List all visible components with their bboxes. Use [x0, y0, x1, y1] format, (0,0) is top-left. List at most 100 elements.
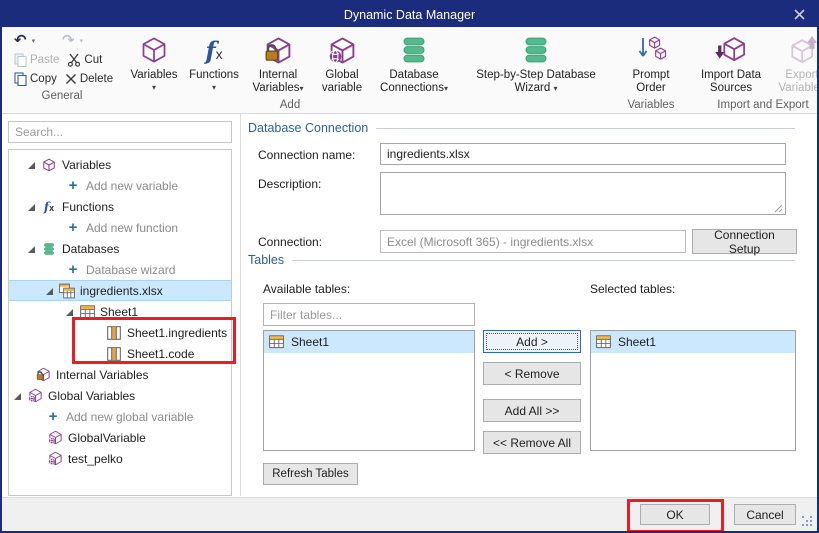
- table-icon: [269, 335, 285, 350]
- dynamic-data-manager-dialog: Dynamic Data Manager ↶ ▾ ↷ ▾: [0, 0, 819, 533]
- tree-item-label: Sheet1: [100, 305, 138, 319]
- footer-bar: OK Cancel: [2, 497, 817, 531]
- internal-variables-dropdown-icon: ▾: [300, 84, 304, 93]
- expander-icon[interactable]: [13, 392, 21, 400]
- prompt-order-icon: [635, 33, 667, 67]
- paste-icon: [14, 53, 27, 67]
- expander-icon[interactable]: [27, 203, 35, 211]
- copy-icon: [14, 72, 27, 86]
- tree-item-globalvariable[interactable]: GlobalVariable: [9, 427, 231, 448]
- connection-name-label: Connection name:: [258, 148, 355, 162]
- step-by-step-wizard-button[interactable]: Step-by-Step Database Wizard ▾: [462, 30, 610, 98]
- import-data-sources-icon: [714, 33, 748, 67]
- tree-item-database-wizard[interactable]: + Database wizard: [9, 259, 231, 280]
- tree-item-sheet1-ingredients[interactable]: Sheet1.ingredients: [9, 322, 231, 343]
- redo-dropdown-icon: ▾: [80, 37, 84, 45]
- tree-item-label: Add new global variable: [66, 410, 193, 424]
- filter-tables-input[interactable]: [263, 303, 475, 326]
- tree-item-label: Add new variable: [86, 179, 178, 193]
- ribbon: ↶ ▾ ↷ ▾ Paste: [2, 27, 817, 114]
- tree-item-internal-variables[interactable]: Internal Variables: [9, 364, 231, 385]
- tree-item-label: Database wizard: [86, 263, 175, 277]
- internal-variables-label: Internal Variables▾: [248, 69, 308, 95]
- selected-tables-list: Sheet1: [590, 330, 796, 451]
- database-connections-label: Database Connections▾: [376, 69, 452, 95]
- cut-icon: [67, 53, 81, 67]
- dialog-title: Dynamic Data Manager: [344, 8, 475, 22]
- cancel-button[interactable]: Cancel: [734, 504, 796, 525]
- internal-variables-button[interactable]: Internal Variables▾: [244, 30, 312, 98]
- tree-item-variables[interactable]: Variables: [9, 154, 231, 175]
- expander-icon[interactable]: [27, 161, 35, 169]
- add-button[interactable]: Add >: [483, 330, 581, 353]
- tree-item-sheet1[interactable]: Sheet1: [9, 301, 231, 322]
- tree-item-functions[interactable]: fxFunctions: [9, 196, 231, 217]
- refresh-tables-button[interactable]: Refresh Tables: [263, 463, 358, 485]
- prompt-order-button[interactable]: Prompt Order: [616, 30, 686, 98]
- list-item-sheet1[interactable]: Sheet1: [264, 331, 474, 353]
- undo-button[interactable]: ↶ ▾: [10, 31, 58, 50]
- cube-globe-icon: [47, 451, 63, 467]
- connection-label: Connection:: [258, 235, 322, 249]
- search-input[interactable]: [8, 121, 232, 143]
- connection-value-input: [380, 230, 686, 253]
- global-variable-label: Global variable: [316, 69, 368, 95]
- functions-label: Functions: [189, 69, 239, 82]
- plus-icon: +: [65, 220, 81, 236]
- connection-name-input[interactable]: [380, 143, 786, 165]
- description-input[interactable]: [380, 172, 786, 215]
- group-label-wizard: [462, 98, 610, 113]
- column-icon: [106, 346, 122, 362]
- tree-item-test-pelko[interactable]: test_pelko: [9, 448, 231, 469]
- add-all-button[interactable]: Add All >>: [483, 399, 581, 422]
- export-variables-label: Export Variables: [774, 69, 819, 95]
- variables-button[interactable]: Variables ▾: [124, 30, 184, 98]
- connection-setup-button[interactable]: Connection Setup: [692, 229, 797, 254]
- copy-button[interactable]: Copy: [10, 69, 61, 88]
- remove-button[interactable]: < Remove: [483, 362, 581, 385]
- group-label-add: Add: [124, 98, 456, 113]
- plus-icon: +: [65, 262, 81, 278]
- functions-dropdown-icon: ▾: [212, 84, 216, 92]
- resize-grip[interactable]: [802, 516, 814, 528]
- tree-item-databases[interactable]: Databases: [9, 238, 231, 259]
- table-icon: [596, 335, 612, 350]
- group-label-variables: Variables: [616, 98, 686, 113]
- expander-icon[interactable]: [65, 308, 73, 316]
- group-label-general: General: [6, 89, 118, 104]
- plus-icon: +: [45, 409, 61, 425]
- delete-button[interactable]: Delete: [61, 69, 117, 88]
- tree-item-add-new-global-variable[interactable]: + Add new global variable: [9, 406, 231, 427]
- step-by-step-wizard-label: Step-by-Step Database Wizard ▾: [466, 69, 606, 95]
- tree-item-add-new-variable[interactable]: +Add new variable: [9, 175, 231, 196]
- tree-item-global-variables[interactable]: Global Variables: [9, 385, 231, 406]
- tree-item-add-new-function[interactable]: +Add new function: [9, 217, 231, 238]
- remove-all-button[interactable]: << Remove All: [483, 431, 581, 454]
- expander-icon[interactable]: [45, 287, 53, 295]
- cube-lock-icon: [264, 33, 293, 67]
- paste-button[interactable]: Paste: [10, 50, 63, 69]
- export-variables-button[interactable]: Export Variables: [770, 30, 819, 98]
- database-connections-button[interactable]: Database Connections▾: [372, 30, 456, 98]
- global-variable-button[interactable]: Global variable: [312, 30, 372, 98]
- expander-icon[interactable]: [27, 245, 35, 253]
- cut-button[interactable]: Cut: [63, 50, 106, 69]
- variables-label: Variables: [130, 69, 177, 82]
- tree-item-label: test_pelko: [68, 452, 123, 466]
- undo-dropdown-icon[interactable]: ▾: [32, 37, 36, 45]
- close-button[interactable]: [789, 6, 809, 23]
- paste-label: Paste: [30, 54, 59, 66]
- description-label: Description:: [258, 177, 321, 191]
- tree-item-sheet1-code[interactable]: Sheet1.code: [9, 343, 231, 364]
- redo-button[interactable]: ↷ ▾: [58, 31, 87, 50]
- copy-label: Copy: [30, 73, 57, 85]
- functions-button[interactable]: fx Functions ▾: [184, 30, 244, 98]
- tree-item-label: Sheet1.ingredients: [127, 326, 227, 340]
- ok-button[interactable]: OK: [640, 504, 710, 525]
- tree-item-label: Internal Variables: [56, 368, 149, 382]
- list-item-sheet1[interactable]: Sheet1: [591, 331, 795, 353]
- ribbon-group-general: ↶ ▾ ↷ ▾ Paste: [4, 29, 120, 113]
- cube-lock-icon: [35, 367, 51, 383]
- tree-item-ingredients-xlsx[interactable]: ingredients.xlsx: [9, 280, 231, 301]
- import-data-sources-button[interactable]: Import Data Sources: [692, 30, 770, 98]
